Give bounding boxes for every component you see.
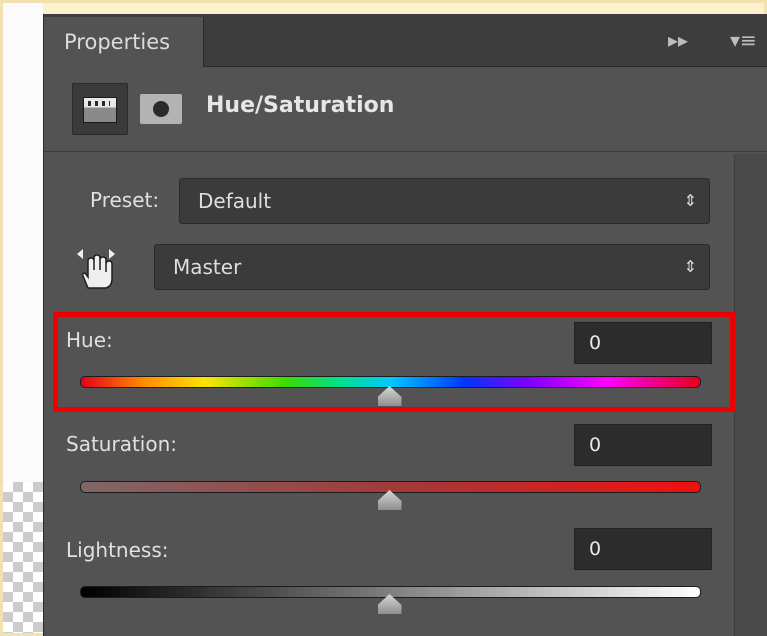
transparency-checkerboard [3,482,43,633]
tab-properties[interactable]: Properties [44,17,204,67]
channel-value: Master [173,255,242,279]
mask-icon[interactable] [140,94,182,124]
lightness-input[interactable]: 0 [574,528,712,570]
preset-label: Preset: [90,188,160,212]
lightness-label: Lightness: [66,538,169,562]
on-image-adjustment-hand-icon[interactable] [74,246,118,290]
highlight-box [53,312,735,412]
adjustment-layer-button[interactable] [72,83,128,135]
channel-dropdown[interactable]: Master ⇕ [154,244,710,290]
saturation-label: Saturation: [66,432,177,456]
adjustment-title: Hue/Saturation [206,93,395,118]
dropdown-arrows-icon: ⇕ [683,191,697,210]
panel-menu-icon[interactable]: ▾≡ [730,28,757,52]
dropdown-arrows-icon: ⇕ [683,257,697,276]
panel-tab-bar: Properties ▸▸ ▾≡ [44,14,767,67]
adjustment-icon [83,97,117,123]
collapse-icon[interactable]: ▸▸ [668,28,688,52]
properties-panel: Properties ▸▸ ▾≡ Hue/Saturation Preset: … [43,14,767,636]
saturation-slider-thumb[interactable] [377,490,402,510]
saturation-input[interactable]: 0 [574,424,712,466]
panel-header: Hue/Saturation [44,67,767,152]
preset-dropdown[interactable]: Default ⇕ [179,178,710,224]
preset-value: Default [198,189,272,213]
scrollbar[interactable] [734,154,767,636]
